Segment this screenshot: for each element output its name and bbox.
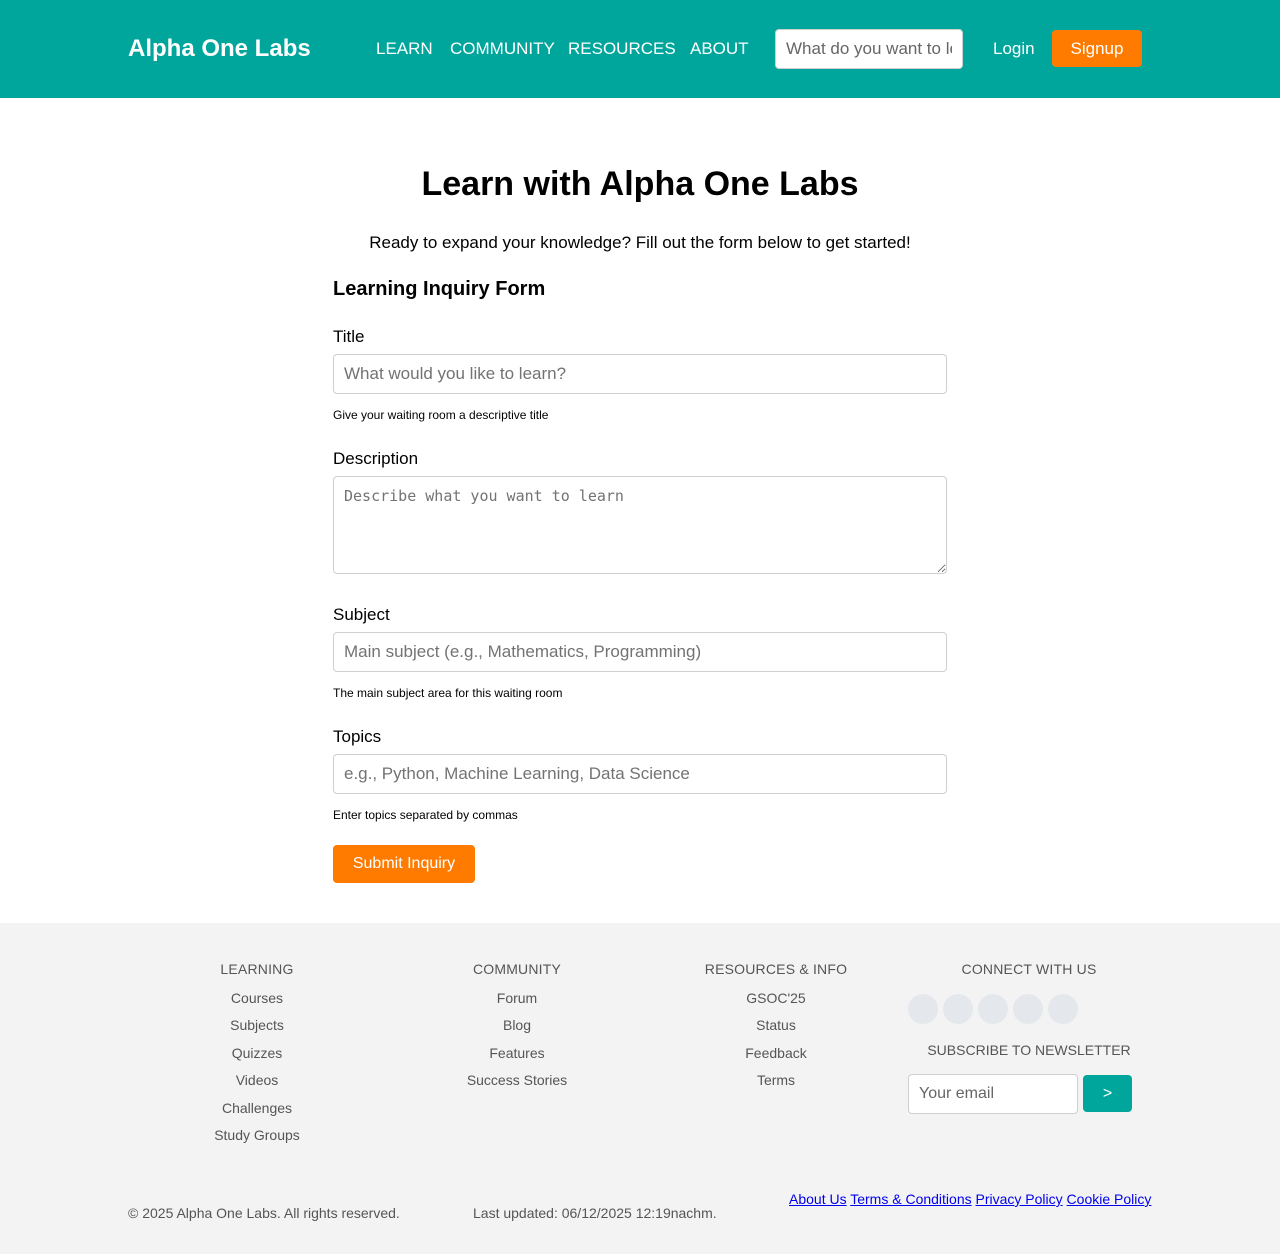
footer-link-quizzes[interactable]: Quizzes [157,1045,357,1061]
intro-text: Ready to expand your knowledge? Fill out… [369,233,911,252]
social-icon[interactable] [1013,994,1043,1024]
social-icon[interactable] [1048,994,1078,1024]
footer-heading-learning: LEARNING [220,961,294,977]
newsletter-email-input[interactable] [908,1074,1078,1114]
newsletter-heading: SUBSCRIBE TO NEWSLETTER [927,1042,1131,1058]
site-logo[interactable]: Alpha One Labs [128,34,311,64]
nav-learn[interactable]: LEARN [376,39,433,59]
site-header: Alpha One Labs LEARN COMMUNITY RESOURCES… [0,0,1280,98]
footer-column-learning: LEARNING Courses Subjects Quizzes Videos… [157,961,357,1154]
title-help-text: Give your waiting room a descriptive tit… [333,408,549,422]
footer-link-gsoc[interactable]: GSOC'25 [676,990,876,1006]
copyright-text: © 2025 Alpha One Labs. All rights reserv… [128,1205,400,1221]
footer-link-status[interactable]: Status [676,1017,876,1033]
social-icon[interactable] [978,994,1008,1024]
footer-link-challenges[interactable]: Challenges [157,1100,357,1116]
nav-community[interactable]: COMMUNITY [450,39,555,59]
topics-input[interactable] [333,754,947,794]
footer-column-connect: CONNECT WITH US [929,961,1129,990]
footer-link-about-us[interactable]: About Us [789,1191,847,1207]
header-search-input[interactable] [775,29,963,69]
description-label: Description [333,449,419,468]
nav-about[interactable]: ABOUT [690,39,749,59]
footer-link-cookie-policy[interactable]: Cookie Policy [1067,1191,1152,1207]
subject-input[interactable] [333,632,947,672]
title-label: Title [333,327,365,346]
login-link[interactable]: Login [993,39,1035,59]
title-input[interactable] [333,354,947,394]
subject-help-text: The main subject area for this waiting r… [333,686,563,700]
topics-help-text: Enter topics separated by commas [333,808,518,822]
footer-heading-connect: CONNECT WITH US [961,961,1097,977]
signup-button[interactable]: Signup [1052,30,1142,67]
footer-heading-community: COMMUNITY [472,961,562,977]
footer-link-study-groups[interactable]: Study Groups [157,1127,357,1143]
footer-link-feedback[interactable]: Feedback [676,1045,876,1061]
newsletter-submit-button[interactable]: > [1083,1075,1132,1112]
social-icon[interactable] [943,994,973,1024]
footer-link-subjects[interactable]: Subjects [157,1017,357,1033]
footer-link-terms-conditions[interactable]: Terms & Conditions [850,1191,971,1207]
social-links [908,994,1088,1024]
footer-link-success-stories[interactable]: Success Stories [417,1072,617,1088]
footer-link-terms[interactable]: Terms [676,1072,876,1088]
nav-resources[interactable]: RESOURCES [568,39,676,59]
legal-links: About Us Terms & Conditions Privacy Poli… [789,1191,1151,1207]
form-title: Learning Inquiry Form [333,278,546,300]
page-title: Learn with Alpha One Labs [421,165,859,203]
description-textarea[interactable] [333,476,947,574]
footer-heading-resources: RESOURCES & INFO [704,961,848,977]
footer-link-videos[interactable]: Videos [157,1072,357,1088]
footer-link-forum[interactable]: Forum [417,990,617,1006]
footer-link-blog[interactable]: Blog [417,1017,617,1033]
social-icon[interactable] [908,994,938,1024]
subject-label: Subject [333,605,390,624]
footer-column-community: COMMUNITY Forum Blog Features Success St… [417,961,617,1100]
footer-link-privacy-policy[interactable]: Privacy Policy [976,1191,1063,1207]
footer-link-courses[interactable]: Courses [157,990,357,1006]
topics-label: Topics [333,727,382,746]
last-updated-text: Last updated: 06/12/2025 12:19nachm. [473,1205,717,1221]
footer-link-features[interactable]: Features [417,1045,617,1061]
submit-inquiry-button[interactable]: Submit Inquiry [333,845,475,883]
site-footer: LEARNING Courses Subjects Quizzes Videos… [0,923,1280,1254]
footer-column-resources: RESOURCES & INFO GSOC'25 Status Feedback… [676,961,876,1100]
